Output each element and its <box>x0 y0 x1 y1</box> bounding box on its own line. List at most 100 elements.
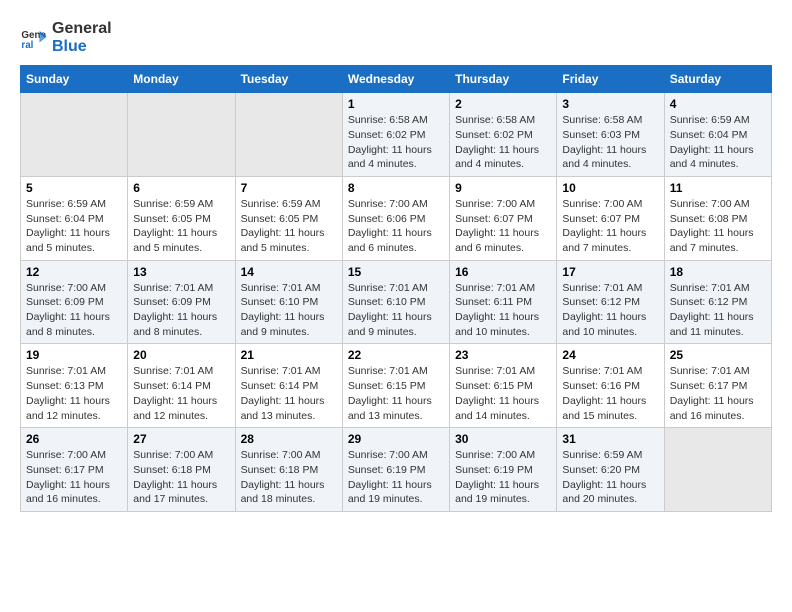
day-info: Sunrise: 7:01 AM Sunset: 6:17 PM Dayligh… <box>670 364 766 423</box>
day-number: 19 <box>26 348 122 362</box>
calendar-cell <box>664 428 771 512</box>
day-info: Sunrise: 7:01 AM Sunset: 6:09 PM Dayligh… <box>133 281 229 340</box>
day-number: 30 <box>455 432 551 446</box>
calendar-cell <box>128 93 235 177</box>
column-header-thursday: Thursday <box>450 66 557 93</box>
calendar-cell: 18 Sunrise: 7:01 AM Sunset: 6:12 PM Dayli… <box>664 260 771 344</box>
column-header-monday: Monday <box>128 66 235 93</box>
calendar-cell: 17 Sunrise: 7:01 AM Sunset: 6:12 PM Dayli… <box>557 260 664 344</box>
day-number: 4 <box>670 97 766 111</box>
day-info: Sunrise: 7:01 AM Sunset: 6:10 PM Dayligh… <box>348 281 444 340</box>
day-info: Sunrise: 6:58 AM Sunset: 6:03 PM Dayligh… <box>562 113 658 172</box>
calendar-week-row: 5 Sunrise: 6:59 AM Sunset: 6:04 PM Daylig… <box>21 176 772 260</box>
day-info: Sunrise: 7:01 AM Sunset: 6:15 PM Dayligh… <box>348 364 444 423</box>
day-number: 17 <box>562 265 658 279</box>
calendar-cell: 25 Sunrise: 7:01 AM Sunset: 6:17 PM Dayli… <box>664 344 771 428</box>
day-number: 7 <box>241 181 337 195</box>
calendar-cell: 20Sunrise: 7:01 AM Sunset: 6:14 PM Dayli… <box>128 344 235 428</box>
day-number: 3 <box>562 97 658 111</box>
calendar-cell: 30 Sunrise: 7:00 AM Sunset: 6:19 PM Dayli… <box>450 428 557 512</box>
day-number: 13 <box>133 265 229 279</box>
column-header-sunday: Sunday <box>21 66 128 93</box>
day-info: Sunrise: 7:00 AM Sunset: 6:19 PM Dayligh… <box>455 448 551 507</box>
day-number: 29 <box>348 432 444 446</box>
calendar-cell: 19Sunrise: 7:01 AM Sunset: 6:13 PM Dayli… <box>21 344 128 428</box>
calendar-cell: 27Sunrise: 7:00 AM Sunset: 6:18 PM Dayli… <box>128 428 235 512</box>
page-header: Gene ral General Blue <box>20 20 772 55</box>
calendar-cell: 23 Sunrise: 7:01 AM Sunset: 6:15 PM Dayli… <box>450 344 557 428</box>
calendar-cell <box>21 93 128 177</box>
day-number: 16 <box>455 265 551 279</box>
calendar-cell: 24 Sunrise: 7:01 AM Sunset: 6:16 PM Dayli… <box>557 344 664 428</box>
column-header-friday: Friday <box>557 66 664 93</box>
calendar-cell: 1 Sunrise: 6:58 AM Sunset: 6:02 PM Daylig… <box>342 93 449 177</box>
logo-icon: Gene ral <box>20 24 48 52</box>
day-info: Sunrise: 7:00 AM Sunset: 6:17 PM Dayligh… <box>26 448 122 507</box>
day-number: 27 <box>133 432 229 446</box>
day-info: Sunrise: 7:01 AM Sunset: 6:12 PM Dayligh… <box>670 281 766 340</box>
calendar-cell: 16 Sunrise: 7:01 AM Sunset: 6:11 PM Dayli… <box>450 260 557 344</box>
calendar-cell: 6 Sunrise: 6:59 AM Sunset: 6:05 PM Daylig… <box>128 176 235 260</box>
calendar-cell: 13 Sunrise: 7:01 AM Sunset: 6:09 PM Dayli… <box>128 260 235 344</box>
calendar-cell: 28 Sunrise: 7:00 AM Sunset: 6:18 PM Dayli… <box>235 428 342 512</box>
day-number: 1 <box>348 97 444 111</box>
calendar-cell: 21Sunrise: 7:01 AM Sunset: 6:14 PM Dayli… <box>235 344 342 428</box>
day-number: 5 <box>26 181 122 195</box>
day-number: 25 <box>670 348 766 362</box>
calendar-cell: 26 Sunrise: 7:00 AM Sunset: 6:17 PM Dayli… <box>21 428 128 512</box>
day-number: 23 <box>455 348 551 362</box>
calendar-cell: 9Sunrise: 7:00 AM Sunset: 6:07 PM Daylig… <box>450 176 557 260</box>
day-info: Sunrise: 6:58 AM Sunset: 6:02 PM Dayligh… <box>348 113 444 172</box>
day-info: Sunrise: 7:00 AM Sunset: 6:06 PM Dayligh… <box>348 197 444 256</box>
day-info: Sunrise: 6:59 AM Sunset: 6:05 PM Dayligh… <box>241 197 337 256</box>
day-info: Sunrise: 6:59 AM Sunset: 6:04 PM Dayligh… <box>26 197 122 256</box>
day-number: 12 <box>26 265 122 279</box>
day-info: Sunrise: 6:58 AM Sunset: 6:02 PM Dayligh… <box>455 113 551 172</box>
day-info: Sunrise: 6:59 AM Sunset: 6:05 PM Dayligh… <box>133 197 229 256</box>
day-info: Sunrise: 7:00 AM Sunset: 6:07 PM Dayligh… <box>455 197 551 256</box>
day-number: 6 <box>133 181 229 195</box>
calendar-cell: 12Sunrise: 7:00 AM Sunset: 6:09 PM Dayli… <box>21 260 128 344</box>
calendar-week-row: 12Sunrise: 7:00 AM Sunset: 6:09 PM Dayli… <box>21 260 772 344</box>
logo: Gene ral General Blue <box>20 20 112 55</box>
day-info: Sunrise: 7:01 AM Sunset: 6:10 PM Dayligh… <box>241 281 337 340</box>
calendar-cell: 11Sunrise: 7:00 AM Sunset: 6:08 PM Dayli… <box>664 176 771 260</box>
day-number: 8 <box>348 181 444 195</box>
calendar-cell: 14 Sunrise: 7:01 AM Sunset: 6:10 PM Dayli… <box>235 260 342 344</box>
calendar-header-row: SundayMondayTuesdayWednesdayThursdayFrid… <box>21 66 772 93</box>
calendar-cell: 3 Sunrise: 6:58 AM Sunset: 6:03 PM Daylig… <box>557 93 664 177</box>
calendar-cell: 2 Sunrise: 6:58 AM Sunset: 6:02 PM Daylig… <box>450 93 557 177</box>
day-info: Sunrise: 7:01 AM Sunset: 6:12 PM Dayligh… <box>562 281 658 340</box>
day-info: Sunrise: 7:01 AM Sunset: 6:15 PM Dayligh… <box>455 364 551 423</box>
calendar-cell: 7 Sunrise: 6:59 AM Sunset: 6:05 PM Daylig… <box>235 176 342 260</box>
column-header-saturday: Saturday <box>664 66 771 93</box>
calendar-cell <box>235 93 342 177</box>
calendar-cell: 4 Sunrise: 6:59 AM Sunset: 6:04 PM Daylig… <box>664 93 771 177</box>
day-info: Sunrise: 7:00 AM Sunset: 6:07 PM Dayligh… <box>562 197 658 256</box>
day-number: 28 <box>241 432 337 446</box>
day-info: Sunrise: 7:00 AM Sunset: 6:08 PM Dayligh… <box>670 197 766 256</box>
day-number: 15 <box>348 265 444 279</box>
column-header-tuesday: Tuesday <box>235 66 342 93</box>
calendar-cell: 10Sunrise: 7:00 AM Sunset: 6:07 PM Dayli… <box>557 176 664 260</box>
day-number: 18 <box>670 265 766 279</box>
day-info: Sunrise: 7:01 AM Sunset: 6:16 PM Dayligh… <box>562 364 658 423</box>
day-info: Sunrise: 7:00 AM Sunset: 6:19 PM Dayligh… <box>348 448 444 507</box>
day-number: 26 <box>26 432 122 446</box>
day-info: Sunrise: 7:01 AM Sunset: 6:11 PM Dayligh… <box>455 281 551 340</box>
logo-text-line2: Blue <box>52 38 112 56</box>
day-number: 14 <box>241 265 337 279</box>
calendar-cell: 31Sunrise: 6:59 AM Sunset: 6:20 PM Dayli… <box>557 428 664 512</box>
day-info: Sunrise: 7:00 AM Sunset: 6:18 PM Dayligh… <box>241 448 337 507</box>
svg-text:ral: ral <box>21 39 33 50</box>
calendar-cell: 29 Sunrise: 7:00 AM Sunset: 6:19 PM Dayli… <box>342 428 449 512</box>
day-number: 31 <box>562 432 658 446</box>
day-number: 24 <box>562 348 658 362</box>
day-info: Sunrise: 7:01 AM Sunset: 6:14 PM Dayligh… <box>133 364 229 423</box>
calendar-cell: 8 Sunrise: 7:00 AM Sunset: 6:06 PM Daylig… <box>342 176 449 260</box>
day-number: 21 <box>241 348 337 362</box>
logo-text-line1: General <box>52 20 112 38</box>
day-info: Sunrise: 6:59 AM Sunset: 6:04 PM Dayligh… <box>670 113 766 172</box>
day-number: 2 <box>455 97 551 111</box>
calendar-table: SundayMondayTuesdayWednesdayThursdayFrid… <box>20 65 772 512</box>
